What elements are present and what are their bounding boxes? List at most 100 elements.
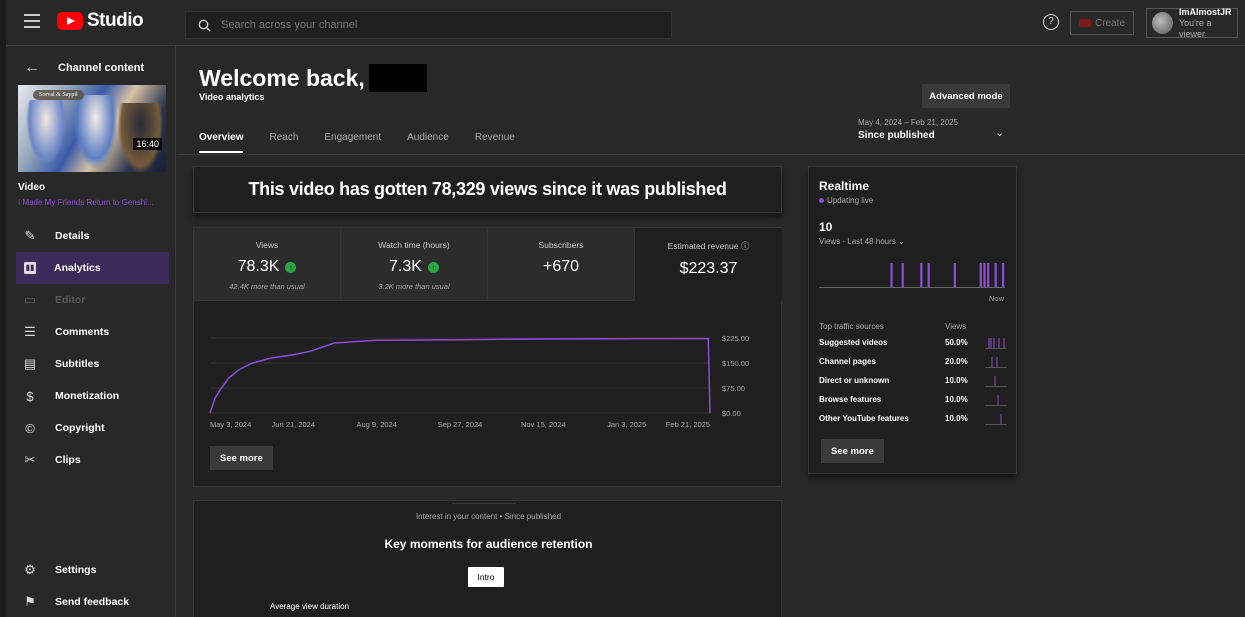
realtime-bar — [983, 263, 986, 287]
welcome-text: Welcome back, — [199, 64, 365, 91]
video-thumbnail[interactable]: Sorval & Saypil 16:40 — [18, 85, 166, 172]
source-name: Direct or unknown — [819, 376, 890, 385]
create-button[interactable]: Create — [1070, 11, 1134, 35]
tab-reach[interactable]: Reach — [269, 132, 298, 153]
tab-audience[interactable]: Audience — [407, 132, 449, 153]
column-header: Views — [945, 321, 967, 331]
divider — [452, 503, 516, 504]
sidebar-item-feedback[interactable]: ⚑ Send feedback — [6, 586, 176, 617]
sidebar-item-comments[interactable]: ☰ Comments — [6, 316, 176, 348]
redacted-name — [368, 64, 427, 92]
account-name: ImAlmostJR — [1178, 6, 1232, 17]
sidebar-item-monetization[interactable]: $ Monetization — [6, 380, 176, 412]
gear-icon: ⚙ — [24, 562, 36, 577]
source-name: Other YouTube features — [819, 414, 909, 423]
source-sparkline — [985, 375, 1007, 387]
metric-label: Views — [255, 240, 279, 250]
editor-icon: ▭ — [23, 292, 37, 307]
y-tick-label: $75.00 — [722, 384, 745, 393]
retention-card: Interest in your content • Since publish… — [193, 500, 782, 617]
arrow-up-icon: ↑ — [285, 261, 297, 273]
sidebar-item-clips[interactable]: ✂ Clips — [6, 444, 176, 476]
youtube-logo-icon — [57, 12, 83, 30]
metric-label: Estimated revenue ⓘ — [667, 241, 750, 251]
sidebar-item-label: Monetization — [55, 390, 120, 402]
date-range-picker[interactable]: May 4, 2024 – Feb 21, 2025 Since publish… — [858, 118, 958, 141]
realtime-title: Realtime — [819, 179, 870, 193]
x-tick-label: Sep 27, 2024 — [438, 420, 483, 429]
tab-revenue[interactable]: Revenue — [475, 132, 515, 153]
source-sparkline — [985, 337, 1007, 349]
avatar — [1152, 12, 1173, 34]
back-to-channel-content[interactable]: ← Channel content — [24, 59, 144, 77]
y-tick-label: $225.00 — [722, 334, 749, 343]
sidebar-item-settings[interactable]: ⚙ Settings — [6, 554, 176, 586]
sidebar-item-details[interactable]: ✎ Details — [6, 220, 176, 252]
account-role: You're a viewer — [1178, 17, 1212, 39]
x-tick-label: Feb 21, 2025 — [666, 420, 710, 429]
average-view-duration-label: Average view duration — [270, 602, 350, 611]
sidebar-item-label: Details — [55, 230, 90, 242]
metric-subscribers[interactable]: Subscribers +670 — [488, 228, 635, 301]
date-range-label: Since published — [858, 130, 935, 141]
sidebar-item-label: Clips — [55, 454, 81, 466]
metric-note: 3.2K more than usual — [378, 282, 450, 291]
chevron-down-icon[interactable]: ⌄ — [995, 126, 1004, 139]
source-percent: 10.0% — [945, 395, 968, 404]
sidebar-item-copyright[interactable]: © Copyright — [6, 412, 176, 444]
realtime-caption[interactable]: Views · Last 48 hours ⌄ — [819, 237, 905, 246]
sidebar-item-subtitles[interactable]: ▤ Subtitles — [6, 348, 176, 380]
sidebar-item-label: Copyright — [55, 422, 105, 434]
table-row: Other YouTube features 10.0% — [819, 409, 1009, 428]
source-name: Suggested videos — [819, 338, 888, 347]
advanced-mode-button[interactable]: Advanced mode — [922, 84, 1010, 108]
studio-logo[interactable]: Studio — [57, 10, 144, 32]
realtime-see-more-button[interactable]: See more — [821, 439, 884, 463]
realtime-bar — [890, 263, 893, 287]
page-subtitle: Video analytics — [199, 92, 265, 102]
sidebar-item-analytics[interactable]: ▮▮ Analytics — [16, 252, 169, 284]
thumbnail-tag: Sorval & Saypil — [33, 90, 84, 100]
analytics-header: Welcome back, Video analytics Overview R… — [177, 46, 1245, 155]
menu-icon[interactable] — [24, 14, 40, 28]
source-name: Browse features — [819, 395, 882, 404]
search-input[interactable] — [221, 19, 641, 31]
back-arrow-icon: ← — [24, 59, 40, 76]
metric-value: $223.37 — [679, 260, 738, 277]
search-bar[interactable] — [185, 11, 672, 39]
realtime-bar — [953, 263, 956, 287]
y-tick-label: $150.00 — [722, 359, 749, 368]
analytics-tabs: Overview Reach Engagement Audience Reven… — [199, 132, 515, 153]
tab-overview[interactable]: Overview — [199, 132, 244, 153]
top-bar: Studio ? Create ImAlmostJR You're a view… — [0, 0, 1245, 46]
realtime-live-status: Updating live — [819, 196, 873, 205]
realtime-bar — [920, 263, 923, 287]
scissors-icon: ✂ — [24, 452, 36, 467]
see-more-button[interactable]: See more — [210, 446, 273, 470]
realtime-bar — [927, 263, 930, 287]
account-switcher[interactable]: ImAlmostJR You're a viewer — [1146, 6, 1238, 39]
metric-label: Subscribers — [538, 240, 584, 250]
metric-watch-time[interactable]: Watch time (hours) 7.3K ↑ 3.2K more than … — [341, 228, 488, 301]
video-heading: Video — [18, 182, 46, 193]
metric-note: 42.4K more than usual — [229, 282, 305, 291]
metric-views[interactable]: Views 78.3K ↑ 42.4K more than usual — [194, 228, 341, 301]
tab-engagement[interactable]: Engagement — [324, 132, 381, 153]
metric-revenue[interactable]: Estimated revenue ⓘ $223.37 — [635, 228, 782, 301]
feedback-icon: ⚑ — [24, 594, 36, 609]
traffic-sources-table: Top traffic sources Views Suggested vide… — [819, 319, 1009, 428]
table-row: Suggested videos 50.0% — [819, 333, 1009, 352]
studio-logo-text: Studio — [87, 10, 144, 31]
source-percent: 50.0% — [945, 338, 968, 347]
source-sparkline — [985, 356, 1007, 368]
video-camera-icon — [1078, 19, 1091, 27]
intro-button[interactable]: Intro — [468, 567, 504, 587]
video-title[interactable]: I Made My Friends Return to Genshi... — [18, 198, 173, 207]
table-row: Channel pages 20.0% — [819, 352, 1009, 371]
table-row: Direct or unknown 10.0% — [819, 371, 1009, 390]
metrics-card: Views 78.3K ↑ 42.4K more than usual Watch… — [193, 227, 782, 487]
realtime-bar — [994, 263, 997, 287]
sidebar-item-label: Editor — [55, 294, 86, 306]
help-icon[interactable]: ? — [1043, 14, 1059, 30]
x-tick-label: Aug 9, 2024 — [356, 420, 396, 429]
